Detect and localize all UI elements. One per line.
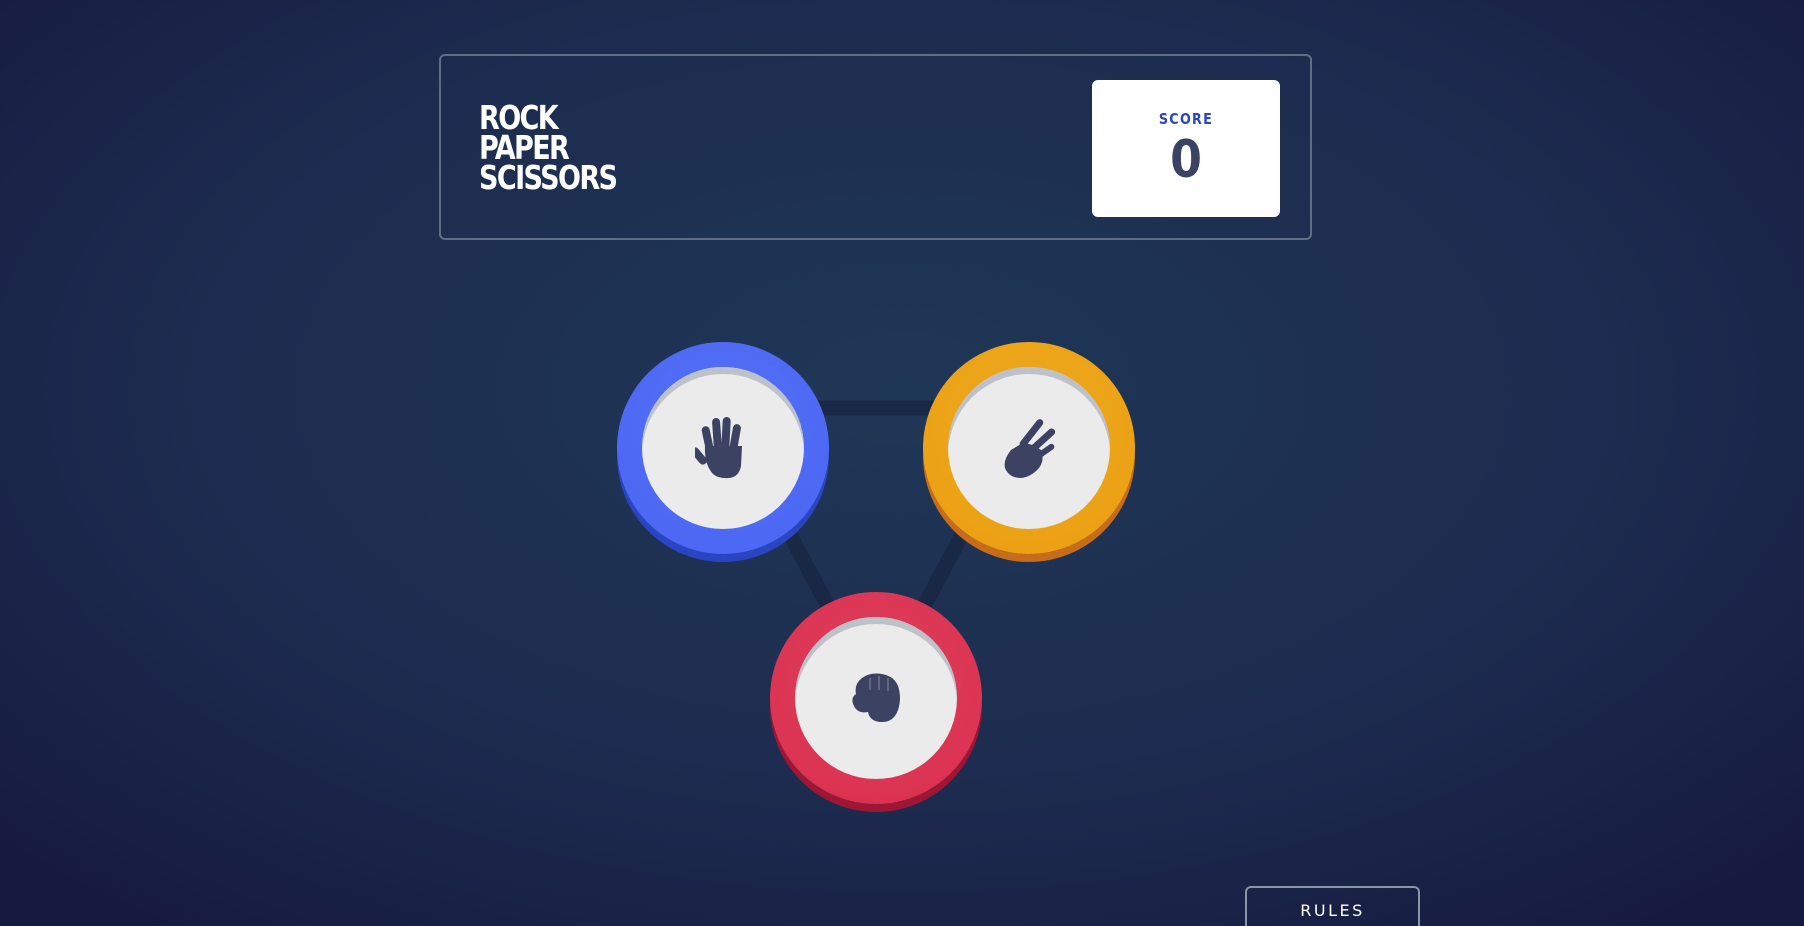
rock-choice-button[interactable] — [770, 592, 982, 804]
score-box: SCORE 0 — [1092, 80, 1280, 217]
paper-hand-icon — [695, 417, 742, 479]
scissors-hand-icon — [1004, 419, 1056, 478]
rock-fist-icon — [852, 673, 900, 722]
game-title: ROCK PAPER SCISSORS — [479, 101, 618, 197]
score-value: 0 — [1170, 130, 1202, 190]
score-label: SCORE — [1158, 110, 1214, 128]
rock-choice-face — [795, 617, 957, 779]
rules-button[interactable]: RULES — [1245, 886, 1420, 926]
scissors-choice-face — [948, 367, 1110, 529]
paper-choice-button[interactable] — [617, 342, 829, 554]
title-line-scissors: SCISSORS — [479, 158, 618, 197]
scissors-choice-button[interactable] — [923, 342, 1135, 554]
paper-choice-face — [642, 367, 804, 529]
header: ROCK PAPER SCISSORS SCORE 0 — [439, 54, 1312, 240]
